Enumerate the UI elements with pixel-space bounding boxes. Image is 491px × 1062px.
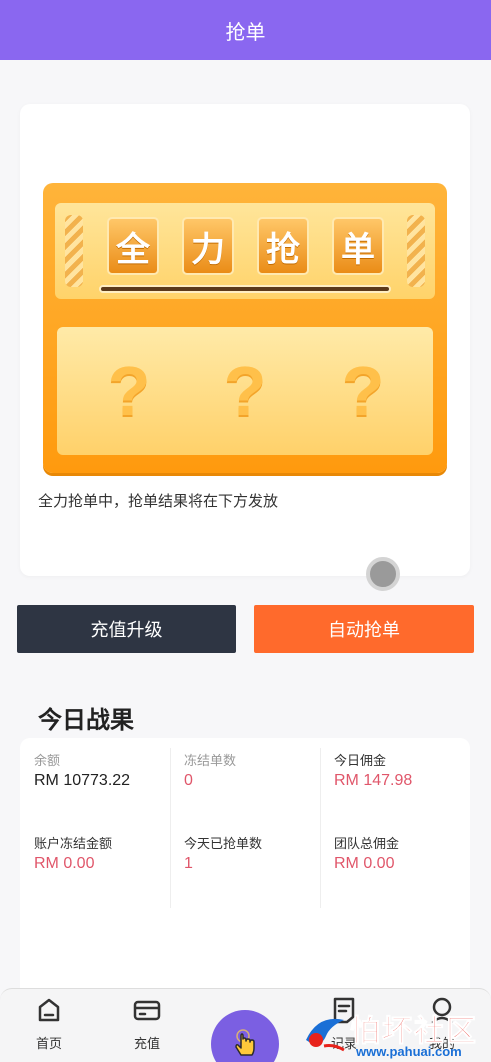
stat-value: 0 (184, 772, 193, 789)
coil-left (65, 215, 83, 287)
stat-value: 1 (184, 855, 193, 872)
page-title: 抢单 (225, 21, 266, 44)
tab-label: 充值 (133, 1036, 160, 1051)
tab-home[interactable]: 首页 (14, 989, 84, 1059)
grab-machine-illustration: 全 力 抢 单 ? ? ? (43, 183, 447, 473)
home-icon (38, 998, 60, 1022)
machine-tile: 全 (107, 217, 159, 275)
machine-slot (99, 285, 391, 293)
stat-label: 今天已抢单数 (184, 836, 263, 851)
recharge-upgrade-button[interactable]: 充值升级 (17, 605, 236, 653)
today-results-panel: 余额 RM 10773.22 冻结单数 0 今日佣金 RM 147.98 账户冻… (20, 738, 470, 1008)
watermark-logo-icon (306, 1018, 345, 1052)
watermark: 怕坏社区 www.pahuai.com (298, 1006, 491, 1062)
stat-frozen-amount: 账户冻结金额 RM 0.00 (34, 835, 174, 875)
stat-value: RM 0.00 (334, 855, 395, 872)
machine-tile: 抢 (257, 217, 309, 275)
question-mark-icon: ? (107, 352, 151, 430)
machine-tile: 力 (182, 217, 234, 275)
question-mark-icon: ? (223, 352, 267, 430)
stat-today-grabbed: 今天已抢单数 1 (184, 835, 324, 875)
tab-label: 首页 (35, 1036, 62, 1051)
stat-value: RM 147.98 (334, 772, 413, 789)
tab-recharge[interactable]: 充值 (112, 989, 182, 1059)
watermark-url: www.pahuai.com (356, 1044, 462, 1059)
stat-value: RM 0.00 (34, 855, 95, 872)
tap-hand-icon (235, 1029, 255, 1056)
machine-tile: 单 (332, 217, 384, 275)
machine-bottom-panel: ? ? ? (57, 327, 433, 455)
coil-right (407, 215, 425, 287)
card-icon (133, 1000, 161, 1021)
stat-frozen-orders: 冻结单数 0 (184, 752, 324, 792)
question-mark-icon: ? (341, 352, 385, 430)
grab-status-message: 全力抢单中，抢单结果将在下方发放 (38, 493, 279, 510)
stat-today-commission: 今日佣金 RM 147.98 (334, 752, 474, 792)
floating-assistive-button[interactable] (366, 557, 400, 591)
stat-label: 冻结单数 (184, 753, 237, 768)
stat-label: 团队总佣金 (334, 836, 400, 851)
stat-team-commission: 团队总佣金 RM 0.00 (334, 835, 474, 875)
stat-label: 今日佣金 (334, 753, 387, 768)
auto-grab-button[interactable]: 自动抢单 (254, 605, 474, 653)
machine-top-panel: 全 力 抢 单 (55, 203, 435, 299)
app-header: 抢单 (0, 0, 491, 60)
stat-balance: 余额 RM 10773.22 (34, 752, 174, 792)
today-results-title: 今日战果 (38, 707, 134, 734)
stat-value: RM 10773.22 (34, 772, 131, 789)
stat-label: 余额 (34, 753, 61, 768)
stat-label: 账户冻结金额 (34, 836, 113, 851)
